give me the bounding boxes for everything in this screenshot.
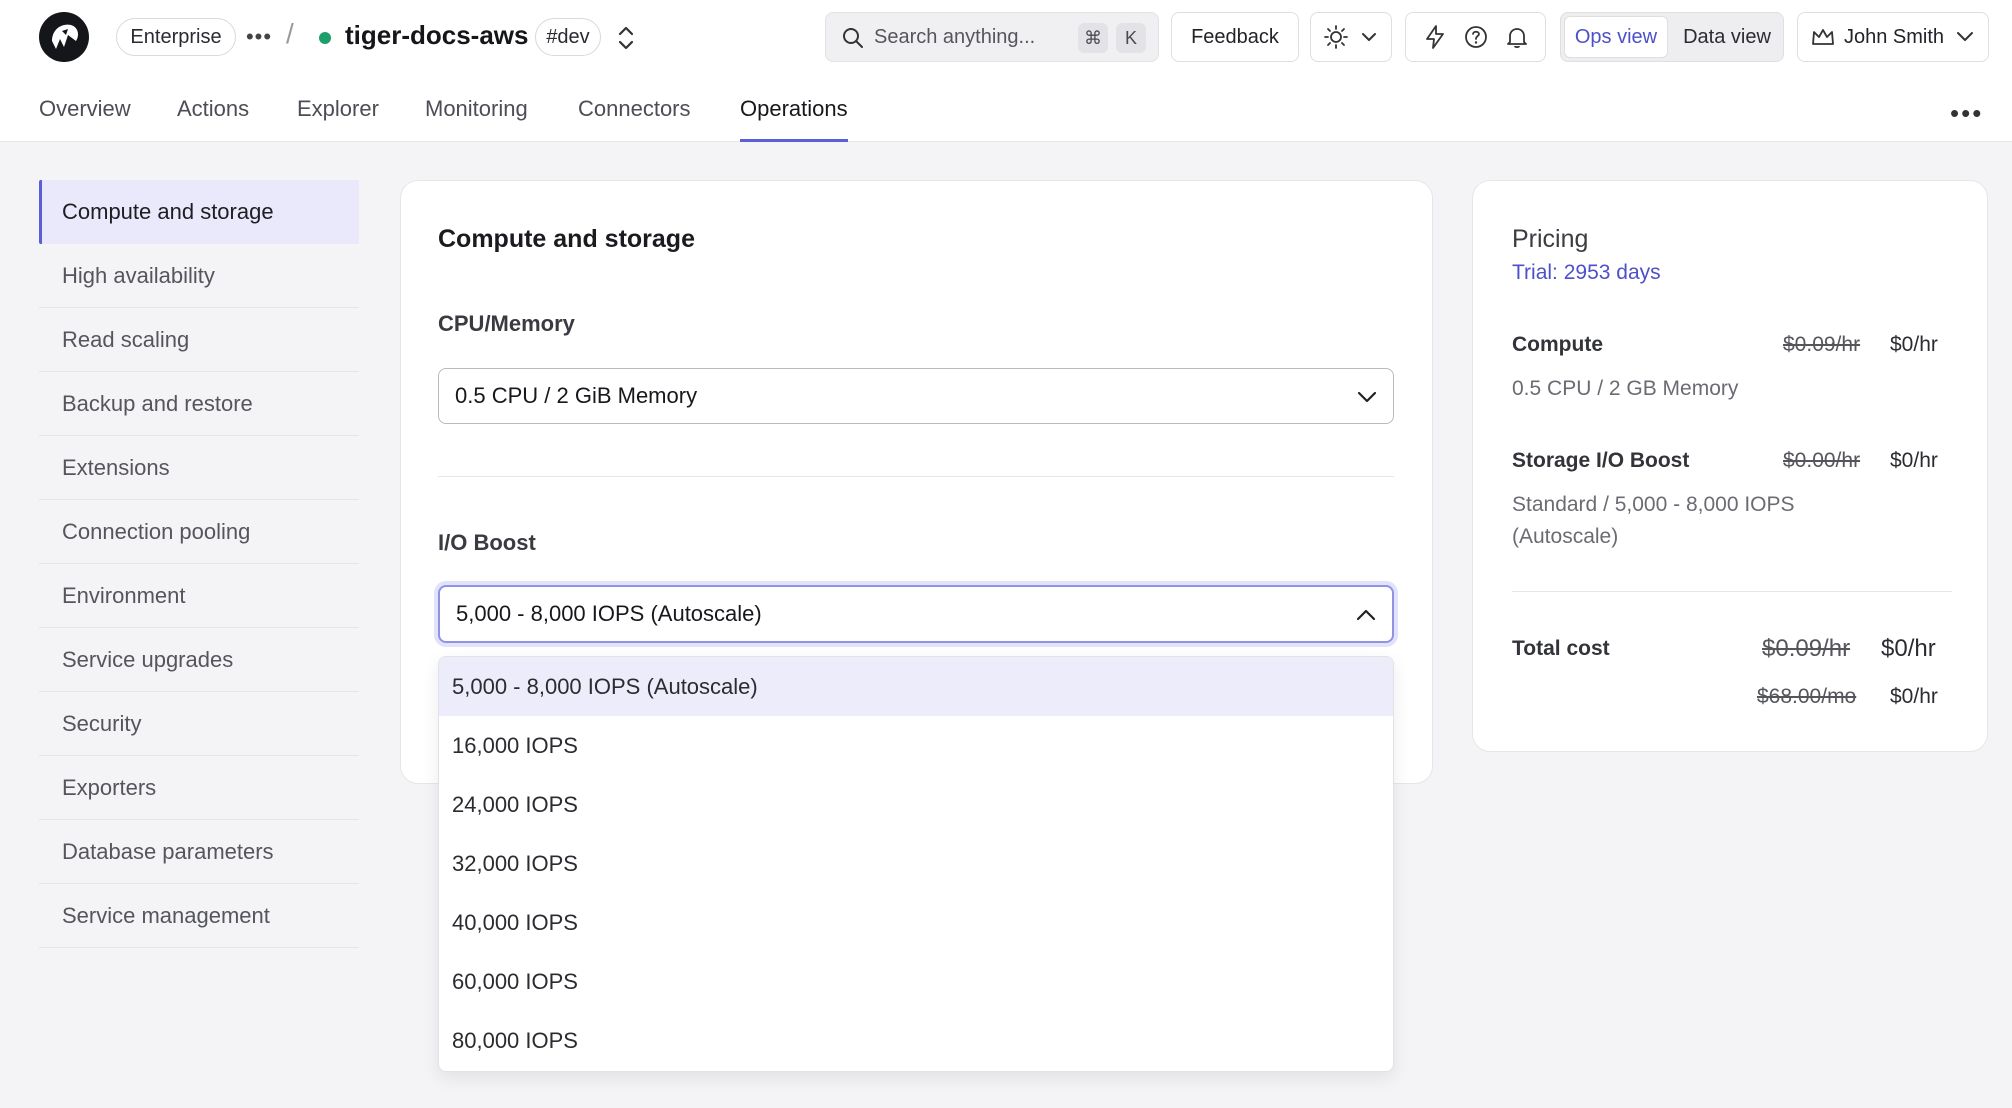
total-monthly: $0/hr <box>1890 685 1938 708</box>
dropdown-option[interactable]: 16,000 IOPS <box>439 716 1393 775</box>
chevron-up-icon <box>1356 609 1376 621</box>
pricing-card: Pricing Trial: 2953 days Compute $0.09/h… <box>1472 180 1988 752</box>
storage-old-price: $0.00/hr <box>1783 449 1861 472</box>
tab-connectors[interactable]: Connectors <box>578 96 691 142</box>
io-boost-select[interactable]: 5,000 - 8,000 IOPS (Autoscale) <box>438 585 1394 643</box>
sidebar-item-exporters[interactable]: Exporters <box>39 756 359 820</box>
sun-icon <box>1324 25 1348 49</box>
sidebar-item-compute-and-storage[interactable]: Compute and storage <box>39 180 359 244</box>
sidebar-item-backup-and-restore[interactable]: Backup and restore <box>39 372 359 436</box>
lightning-icon[interactable] <box>1422 24 1448 50</box>
sidebar-item-read-scaling[interactable]: Read scaling <box>39 308 359 372</box>
chevron-down-icon <box>1357 391 1377 403</box>
tab-actions[interactable]: Actions <box>177 96 249 142</box>
total-hourly: $0/hr <box>1881 635 1936 662</box>
storage-price: $0/hr <box>1890 449 1938 472</box>
dropdown-option[interactable]: 80,000 IOPS <box>439 1011 1393 1070</box>
operations-sidebar: Compute and storage High availability Re… <box>39 180 359 948</box>
top-bar: Enterprise ••• / tiger-docs-aws #dev ⌘ K… <box>0 0 2012 142</box>
io-boost-dropdown: 5,000 - 8,000 IOPS (Autoscale) 16,000 IO… <box>438 656 1394 1072</box>
status-dot-icon <box>319 32 331 44</box>
section-title: Compute and storage <box>438 225 695 253</box>
breadcrumb-separator: / <box>286 18 294 49</box>
more-options-icon[interactable]: ••• <box>1950 98 1983 129</box>
compute-price: $0/hr <box>1890 333 1938 356</box>
bell-icon[interactable] <box>1504 24 1530 50</box>
shortcut-key: K <box>1116 23 1146 53</box>
sidebar-item-service-upgrades[interactable]: Service upgrades <box>39 628 359 692</box>
theme-toggle-button[interactable] <box>1310 12 1392 62</box>
shortcut-mod-key: ⌘ <box>1078 23 1108 53</box>
plan-badge[interactable]: Enterprise <box>116 18 236 56</box>
chevron-down-icon <box>1957 32 1974 41</box>
crown-icon <box>1812 29 1834 45</box>
cpu-memory-value: 0.5 CPU / 2 GiB Memory <box>455 383 698 408</box>
search-icon <box>843 28 863 48</box>
tab-explorer[interactable]: Explorer <box>297 96 379 142</box>
tab-overview[interactable]: Overview <box>39 96 131 142</box>
help-icon[interactable] <box>1463 24 1489 50</box>
io-boost-value: 5,000 - 8,000 IOPS (Autoscale) <box>456 601 762 626</box>
project-name[interactable]: tiger-docs-aws <box>345 20 529 51</box>
sidebar-item-high-availability[interactable]: High availability <box>39 244 359 308</box>
feedback-button[interactable]: Feedback <box>1171 12 1299 62</box>
storage-io-label: Storage I/O Boost <box>1512 449 1690 472</box>
compute-old-price: $0.09/hr <box>1783 333 1861 356</box>
search-input[interactable] <box>874 19 1064 55</box>
pricing-divider <box>1512 591 1952 592</box>
more-breadcrumb-button[interactable]: ••• <box>244 22 274 52</box>
quick-actions-group <box>1405 12 1546 62</box>
sidebar-item-database-parameters[interactable]: Database parameters <box>39 820 359 884</box>
compute-label: Compute <box>1512 333 1603 356</box>
tab-operations[interactable]: Operations <box>740 96 848 142</box>
chevron-down-icon <box>1362 33 1376 41</box>
sidebar-item-extensions[interactable]: Extensions <box>39 436 359 500</box>
cpu-memory-select[interactable]: 0.5 CPU / 2 GiB Memory <box>438 368 1394 424</box>
view-toggle: Ops view Data view <box>1560 12 1784 62</box>
search-box[interactable]: ⌘ K <box>825 12 1159 62</box>
dropdown-option[interactable]: 32,000 IOPS <box>439 834 1393 893</box>
dropdown-option[interactable]: 40,000 IOPS <box>439 893 1393 952</box>
pricing-title: Pricing <box>1512 225 1589 253</box>
dropdown-option[interactable]: 24,000 IOPS <box>439 775 1393 834</box>
tiger-logo-icon[interactable] <box>38 11 90 63</box>
dropdown-option[interactable]: 5,000 - 8,000 IOPS (Autoscale) <box>439 657 1393 716</box>
io-boost-label: I/O Boost <box>438 530 536 555</box>
user-menu-button[interactable]: John Smith <box>1797 12 1989 62</box>
sidebar-item-connection-pooling[interactable]: Connection pooling <box>39 500 359 564</box>
compute-desc: 0.5 CPU / 2 GB Memory <box>1512 377 1739 400</box>
sidebar-item-security[interactable]: Security <box>39 692 359 756</box>
tab-monitoring[interactable]: Monitoring <box>425 96 528 142</box>
total-old-hourly: $0.09/hr <box>1762 635 1851 662</box>
section-divider <box>438 476 1394 477</box>
total-cost-label: Total cost <box>1512 637 1610 660</box>
sidebar-item-environment[interactable]: Environment <box>39 564 359 628</box>
user-name: John Smith <box>1844 25 1945 48</box>
env-badge[interactable]: #dev <box>535 18 601 56</box>
total-old-monthly: $68.00/mo <box>1757 685 1857 708</box>
sidebar-item-service-management[interactable]: Service management <box>39 884 359 948</box>
dropdown-option[interactable]: 60,000 IOPS <box>439 952 1393 1011</box>
ops-view-button[interactable]: Ops view <box>1564 16 1668 58</box>
trial-label: Trial: 2953 days <box>1512 261 1661 284</box>
data-view-button[interactable]: Data view <box>1673 16 1781 58</box>
storage-desc: Standard / 5,000 - 8,000 IOPS (Autoscale… <box>1512 493 1795 548</box>
cpu-memory-label: CPU/Memory <box>438 311 575 336</box>
chevron-up-down-icon[interactable] <box>614 22 638 54</box>
